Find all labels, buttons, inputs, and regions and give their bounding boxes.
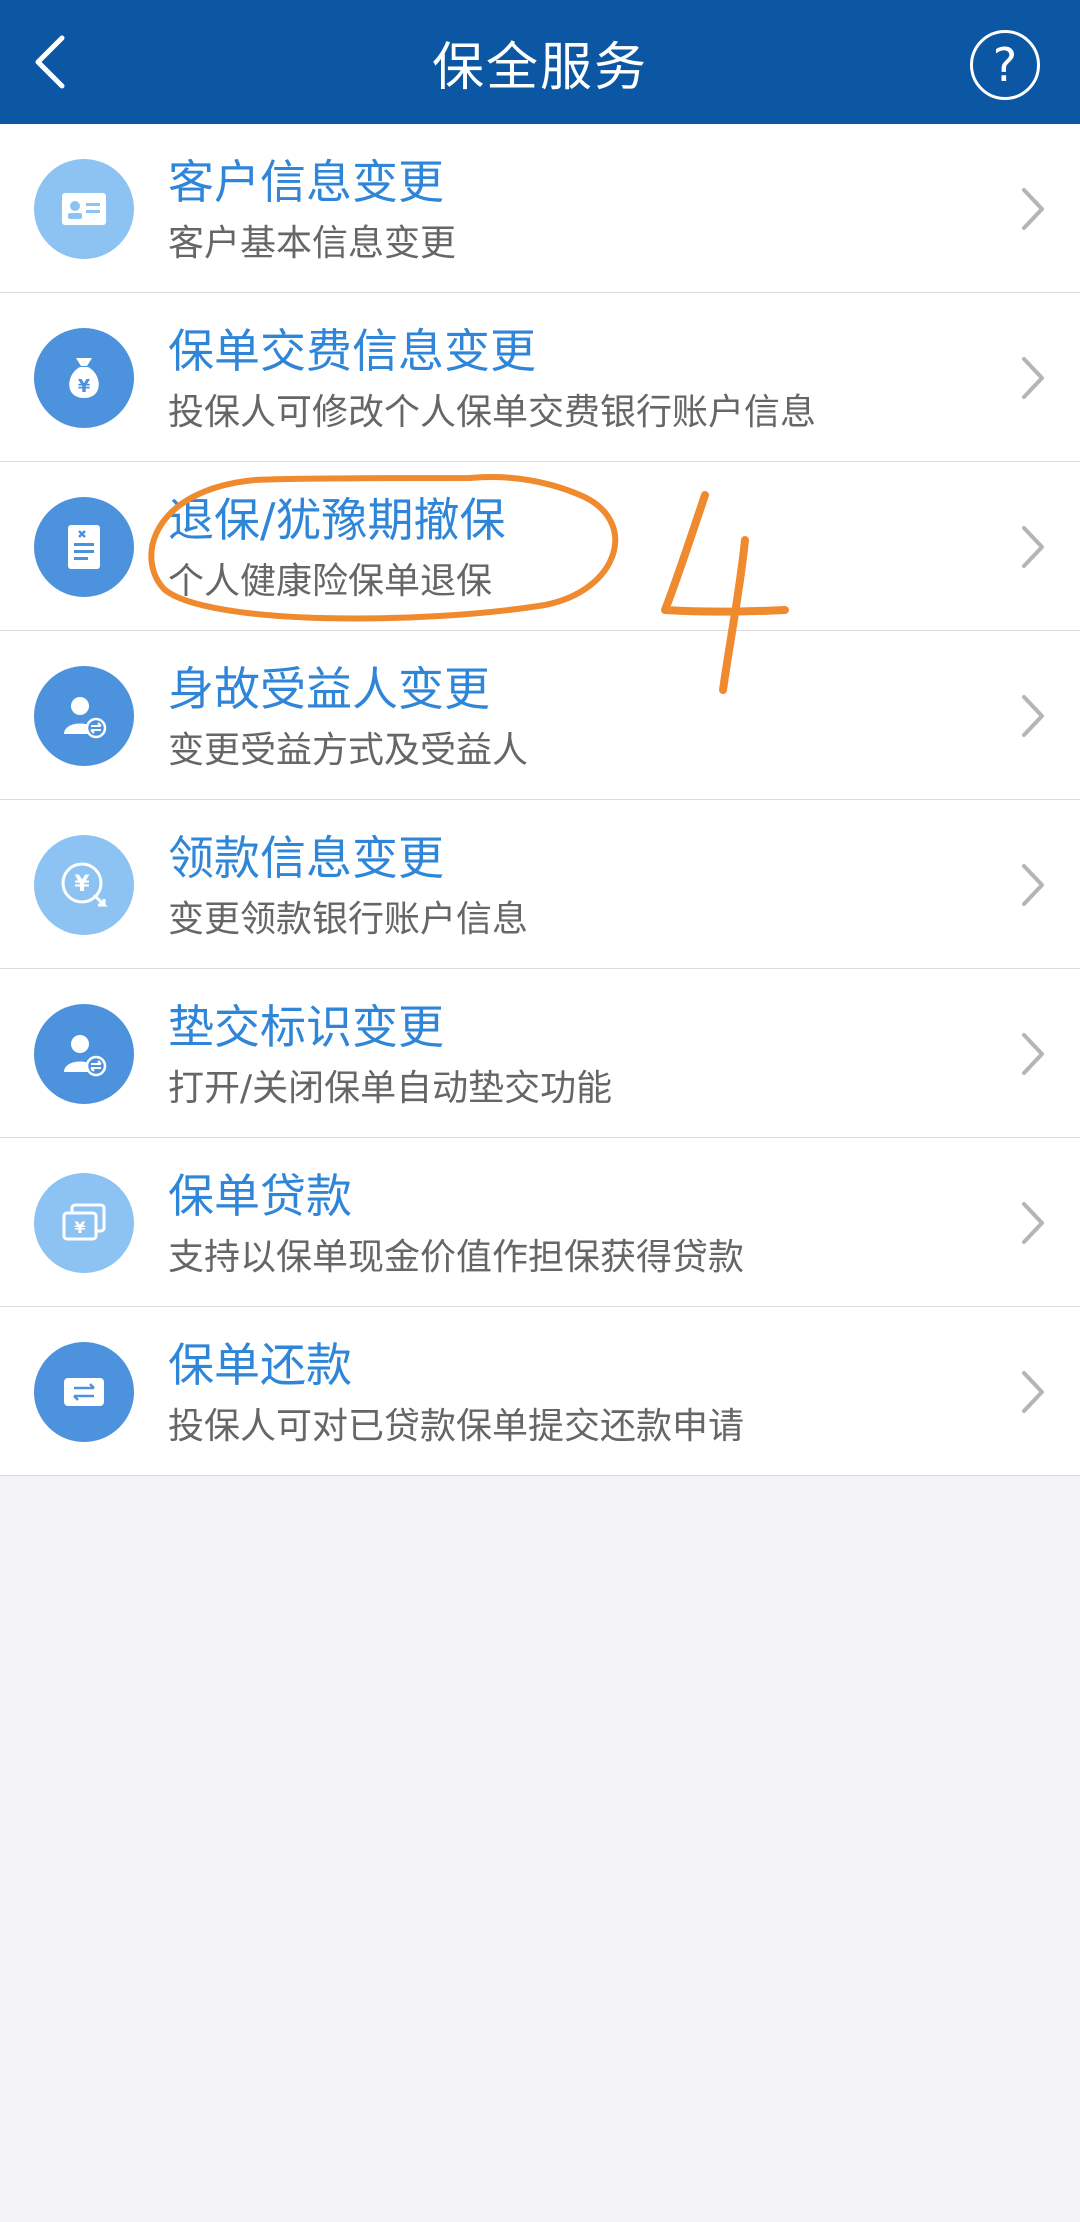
item-title: 保单还款: [168, 1338, 352, 1392]
list-item-beneficiary-change[interactable]: 身故受益人变更 变更受益方式及受益人: [0, 631, 1080, 800]
item-subtitle: 客户基本信息变更: [168, 223, 457, 264]
item-subtitle: 变更领款银行账户信息: [168, 899, 529, 940]
chevron-left-icon[interactable]: [18, 26, 90, 98]
item-subtitle: 投保人可修改个人保单交费银行账户信息: [168, 392, 817, 433]
chevron-right-icon: [1022, 188, 1044, 230]
card-transfer-icon: [34, 1342, 134, 1442]
service-list: 客户信息变更 客户基本信息变更 ¥ 保单交费信息变更 投保人可修改个人保单交费银…: [0, 124, 1080, 1476]
app-header: 保全服务 ?: [0, 0, 1080, 124]
item-title: 客户信息变更: [168, 155, 444, 209]
list-item-payment-info-change[interactable]: ¥ 保单交费信息变更 投保人可修改个人保单交费银行账户信息: [0, 293, 1080, 462]
chevron-right-icon: [1022, 526, 1044, 568]
list-item-policy-repayment[interactable]: 保单还款 投保人可对已贷款保单提交还款申请: [0, 1307, 1080, 1476]
item-title: 领款信息变更: [168, 831, 444, 885]
help-button[interactable]: ?: [970, 30, 1040, 100]
chevron-right-icon: [1022, 1371, 1044, 1413]
list-item-surrender[interactable]: 退保/犹豫期撤保 个人健康险保单退保: [0, 462, 1080, 631]
svg-text:¥: ¥: [78, 376, 91, 397]
item-subtitle: 打开/关闭保单自动垫交功能: [168, 1068, 613, 1109]
list-item-policy-loan[interactable]: ¥ 保单贷款 支持以保单现金价值作担保获得贷款: [0, 1138, 1080, 1307]
item-title: 垫交标识变更: [168, 1000, 444, 1054]
money-bag-icon: ¥: [34, 328, 134, 428]
item-title: 保单贷款: [168, 1169, 352, 1223]
item-subtitle: 变更受益方式及受益人: [168, 730, 529, 771]
chevron-right-icon: [1022, 357, 1044, 399]
chevron-right-icon: [1022, 864, 1044, 906]
list-item-advance-payment-flag-change[interactable]: 垫交标识变更 打开/关闭保单自动垫交功能: [0, 969, 1080, 1138]
page-title: 保全服务: [431, 37, 648, 98]
yen-coin-icon: ¥: [34, 835, 134, 935]
item-title: 身故受益人变更: [168, 662, 490, 716]
chevron-right-icon: [1022, 1033, 1044, 1075]
item-subtitle: 投保人可对已贷款保单提交还款申请: [168, 1406, 745, 1447]
chevron-right-icon: [1022, 1202, 1044, 1244]
cash-cards-icon: ¥: [34, 1173, 134, 1273]
chevron-right-icon: [1022, 695, 1044, 737]
svg-text:¥: ¥: [74, 1218, 85, 1237]
document-icon: [34, 497, 134, 597]
id-card-icon: [34, 159, 134, 259]
item-subtitle: 个人健康险保单退保: [168, 561, 493, 602]
person-exchange-icon: [34, 1004, 134, 1104]
svg-text:¥: ¥: [74, 872, 90, 897]
item-subtitle: 支持以保单现金价值作担保获得贷款: [168, 1237, 745, 1278]
item-title: 退保/犹豫期撤保: [168, 493, 506, 547]
list-item-customer-info-change[interactable]: 客户信息变更 客户基本信息变更: [0, 124, 1080, 293]
list-item-payout-info-change[interactable]: ¥ 领款信息变更 变更领款银行账户信息: [0, 800, 1080, 969]
person-exchange-icon: [34, 666, 134, 766]
item-title: 保单交费信息变更: [168, 324, 536, 378]
